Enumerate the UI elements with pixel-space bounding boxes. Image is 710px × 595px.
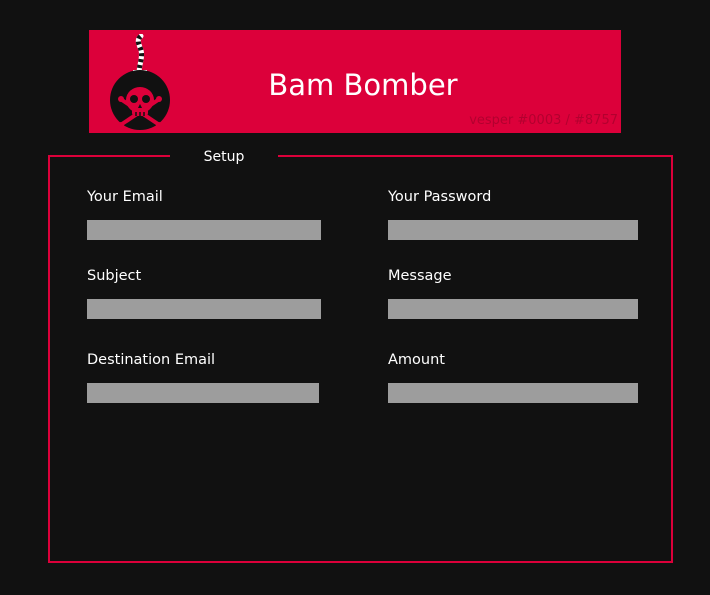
destination-email-field: Destination Email [87,351,319,403]
message-field: Message [388,267,638,319]
amount-field: Amount [388,351,638,403]
destination-email-label: Destination Email [87,352,216,368]
your-email-field: Your Email [87,188,321,240]
subject-label: Subject [87,268,142,284]
your-password-field: Your Password [388,188,638,240]
amount-input[interactable] [388,383,638,403]
your-password-label: Your Password [388,189,492,205]
your-email-label: Your Email [87,189,163,205]
your-email-input[interactable] [87,220,321,240]
setup-legend: Setup [170,147,278,167]
subject-field: Subject [87,267,321,319]
amount-label: Amount [388,352,445,368]
app-title: Bam Bomber [268,68,458,102]
setup-section: Setup Your Email Your Password Subject M… [48,147,673,563]
message-label: Message [388,268,452,284]
subject-input[interactable] [87,299,321,319]
credit-text: vesper #0003 / #8757 [469,113,618,128]
your-password-input[interactable] [388,220,638,240]
app-banner: Bam Bomber vesper #0003 / #8757 [89,30,621,133]
destination-email-input[interactable] [87,383,319,403]
message-input[interactable] [388,299,638,319]
